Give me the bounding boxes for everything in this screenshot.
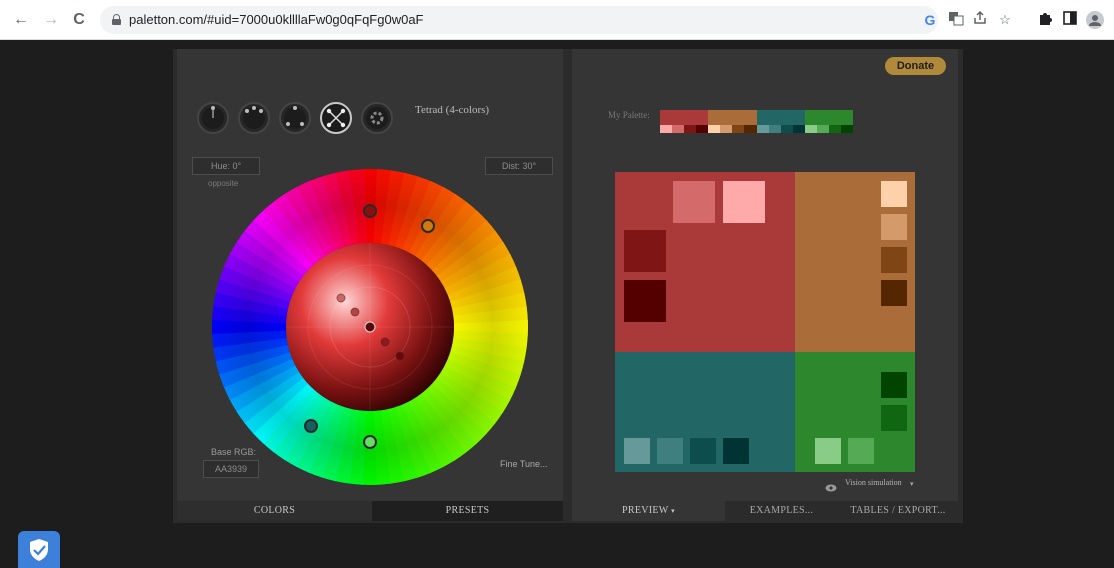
shade-handle[interactable] bbox=[395, 351, 405, 361]
preview-swatch[interactable] bbox=[624, 280, 666, 322]
donate-button[interactable]: Donate bbox=[885, 57, 946, 75]
scheme-title: Tetrad (4-colors) bbox=[415, 104, 490, 116]
preview-swatch[interactable] bbox=[881, 181, 907, 207]
reload-icon[interactable]: C bbox=[68, 9, 90, 31]
eye-icon[interactable] bbox=[825, 479, 837, 492]
palette-swatch-shade[interactable] bbox=[804, 125, 817, 133]
preview-complement[interactable] bbox=[795, 352, 915, 472]
google-icon[interactable]: G bbox=[920, 10, 940, 30]
scheme-adjacent-button[interactable] bbox=[238, 102, 270, 134]
tab-tables-export[interactable]: TABLES / EXPORT... bbox=[838, 501, 958, 521]
preview-swatch[interactable] bbox=[690, 438, 716, 464]
preview-swatch[interactable] bbox=[881, 214, 907, 240]
palette-swatch-main[interactable] bbox=[756, 110, 805, 125]
palette-swatch-main[interactable] bbox=[660, 110, 709, 125]
shade-handle[interactable] bbox=[336, 293, 346, 303]
profile-icon[interactable] bbox=[1086, 11, 1104, 29]
scheme-freestyle-button[interactable] bbox=[361, 102, 393, 134]
scheme-triad-button[interactable] bbox=[279, 102, 311, 134]
address-bar[interactable]: paletton.com/#uid=7000u0kllllaFw0g0qFqFg… bbox=[100, 6, 938, 34]
base-rgb-label: Base RGB: bbox=[211, 447, 257, 457]
tab-examples[interactable]: EXAMPLES... bbox=[725, 501, 838, 521]
shield-extension-badge[interactable] bbox=[18, 531, 60, 568]
palette-swatch-shade[interactable] bbox=[684, 125, 697, 133]
preview-swatch[interactable] bbox=[848, 438, 874, 464]
palette-swatch-shade[interactable] bbox=[768, 125, 781, 133]
palette-swatch-shade[interactable] bbox=[672, 125, 685, 133]
my-palette-label: My Palette: bbox=[608, 110, 650, 120]
fine-tune-link[interactable]: Fine Tune... bbox=[500, 459, 548, 469]
vision-simulation-label[interactable]: Vision simulation bbox=[845, 478, 902, 487]
preview-swatch[interactable] bbox=[673, 181, 715, 223]
palette-swatch-shade[interactable] bbox=[792, 125, 805, 133]
url-text: paletton.com/#uid=7000u0kllllaFw0g0qFqFg… bbox=[129, 12, 424, 27]
palette-swatch-shade[interactable] bbox=[780, 125, 793, 133]
hue-handle-primary[interactable] bbox=[363, 204, 377, 218]
preview-swatch[interactable] bbox=[624, 230, 666, 272]
vision-dropdown-icon[interactable]: ▾ bbox=[910, 480, 914, 488]
shade-handle[interactable] bbox=[350, 307, 360, 317]
palette-swatch-shade[interactable] bbox=[720, 125, 733, 133]
preview-swatch[interactable] bbox=[815, 438, 841, 464]
translate-icon[interactable] bbox=[946, 10, 966, 30]
preview-swatch[interactable] bbox=[723, 438, 749, 464]
palette-swatch-shade[interactable] bbox=[816, 125, 829, 133]
palette-swatch-shade[interactable] bbox=[660, 125, 673, 133]
back-icon[interactable]: ← bbox=[10, 9, 32, 31]
palette-swatch-main[interactable] bbox=[708, 110, 757, 125]
palette-swatch-shade[interactable] bbox=[708, 125, 721, 133]
preview-swatch[interactable] bbox=[723, 181, 765, 223]
palette-swatch-shade[interactable] bbox=[828, 125, 841, 133]
hue-handle-secondary-2[interactable] bbox=[304, 419, 318, 433]
sidepanel-icon[interactable] bbox=[1060, 10, 1080, 30]
color-wheel[interactable] bbox=[210, 168, 530, 486]
my-palette-strip[interactable] bbox=[660, 110, 853, 133]
shield-icon bbox=[30, 539, 48, 561]
tab-presets[interactable]: PRESETS bbox=[372, 501, 563, 521]
tab-preview[interactable]: PREVIEW ▾ bbox=[572, 501, 725, 521]
base-rgb-input[interactable]: AA3939 bbox=[203, 460, 259, 478]
browser-toolbar: ← → C paletton.com/#uid=7000u0kllllaFw0g… bbox=[0, 0, 1114, 40]
preview-swatch[interactable] bbox=[881, 372, 907, 398]
tab-colors[interactable]: COLORS bbox=[177, 501, 372, 521]
palette-swatch-shade[interactable] bbox=[732, 125, 745, 133]
puzzle-icon[interactable] bbox=[1035, 10, 1055, 30]
star-icon[interactable]: ☆ bbox=[995, 10, 1015, 30]
preview-secondary-2[interactable] bbox=[615, 352, 795, 472]
palette-swatch-shade[interactable] bbox=[696, 125, 709, 133]
share-icon[interactable] bbox=[970, 10, 990, 30]
preview-swatch[interactable] bbox=[624, 438, 650, 464]
palette-swatch-shade[interactable] bbox=[744, 125, 757, 133]
scheme-tetrad-button[interactable] bbox=[320, 102, 352, 134]
shade-handle[interactable] bbox=[380, 337, 390, 347]
preview-swatch[interactable] bbox=[881, 280, 907, 306]
palette-swatch-main[interactable] bbox=[804, 110, 853, 125]
preview-swatch[interactable] bbox=[657, 438, 683, 464]
preview-secondary-1[interactable] bbox=[795, 172, 915, 352]
preview-swatch[interactable] bbox=[881, 247, 907, 273]
preview-grid bbox=[615, 172, 915, 472]
palette-swatch-shade[interactable] bbox=[840, 125, 853, 133]
preview-primary[interactable] bbox=[615, 172, 795, 352]
palette-swatch-shade[interactable] bbox=[756, 125, 769, 133]
hue-handle-complement[interactable] bbox=[363, 435, 377, 449]
preview-swatch[interactable] bbox=[881, 405, 907, 431]
forward-icon[interactable]: → bbox=[40, 9, 62, 31]
shade-handle-base[interactable] bbox=[364, 321, 376, 333]
hue-handle-secondary-1[interactable] bbox=[421, 219, 435, 233]
scheme-mono-button[interactable] bbox=[197, 102, 229, 134]
lock-icon bbox=[112, 14, 121, 25]
